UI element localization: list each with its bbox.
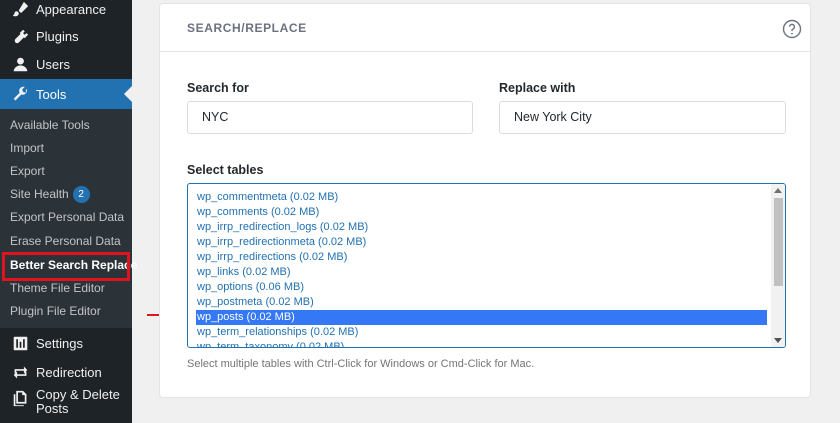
submenu-plugin-file-editor[interactable]: Plugin File Editor: [10, 301, 101, 321]
admin-sidebar: Appearance Plugins Users Tools Available…: [0, 0, 137, 423]
panel-header: SEARCH/REPLACE: [160, 4, 810, 52]
users-icon: [10, 54, 30, 74]
listbox-scrollbar[interactable]: [771, 184, 785, 347]
menu-item-copy-delete-posts[interactable]: Copy & Delete Posts: [0, 388, 132, 423]
menu-item-label: Settings: [36, 335, 83, 351]
search-label: Search for: [187, 81, 249, 95]
submenu-site-health[interactable]: Site Health 2: [10, 184, 90, 204]
menu-item-label: Tools: [36, 86, 67, 102]
menu-item-label: Appearance: [36, 1, 107, 17]
replace-input[interactable]: New York City: [499, 101, 786, 134]
table-option[interactable]: wp_irrp_redirection_logs (0.02 MB): [196, 220, 766, 235]
table-option[interactable]: wp_irrp_redirections (0.02 MB): [196, 250, 766, 265]
replace-label: Replace with: [499, 81, 576, 95]
table-option[interactable]: wp_options (0.06 MB): [196, 280, 766, 295]
table-option[interactable]: wp_postmeta (0.02 MB): [196, 295, 766, 310]
table-option[interactable]: wp_irrp_redirectionmeta (0.02 MB): [196, 235, 766, 250]
submenu-import[interactable]: Import: [10, 138, 44, 158]
wrench-icon: [10, 84, 30, 104]
table-option-selected[interactable]: wp_posts (0.02 MB): [196, 310, 767, 325]
tools-submenu: Available Tools Import Export Site Healt…: [0, 109, 137, 328]
submenu-export[interactable]: Export: [10, 161, 45, 181]
highlight-annotation: [2, 252, 130, 281]
paintbrush-icon: [10, 0, 30, 19]
table-option[interactable]: wp_links (0.02 MB): [196, 265, 766, 280]
submenu-available-tools[interactable]: Available Tools: [10, 115, 90, 135]
table-option[interactable]: wp_commentmeta (0.02 MB): [196, 190, 766, 205]
menu-item-tools[interactable]: Tools: [0, 79, 132, 109]
copy-icon: [10, 388, 30, 408]
scroll-up-icon[interactable]: [774, 188, 782, 193]
redirect-icon: [10, 362, 30, 382]
menu-item-plugins[interactable]: Plugins: [0, 21, 132, 51]
submenu-label: Site Health: [10, 187, 69, 201]
settings-icon: [10, 333, 30, 353]
menu-item-settings[interactable]: Settings: [0, 328, 132, 358]
table-option[interactable]: wp_term_relationships (0.02 MB): [196, 325, 766, 340]
plugin-icon: [10, 26, 30, 46]
menu-item-redirection[interactable]: Redirection: [0, 357, 132, 387]
selection-hint: Select multiple tables with Ctrl-Click f…: [187, 358, 535, 370]
notification-badge: 2: [72, 186, 90, 204]
menu-item-label: Users: [36, 56, 70, 72]
menu-item-label: Plugins: [36, 28, 79, 44]
menu-item-users[interactable]: Users: [0, 49, 132, 79]
active-indicator: [124, 86, 132, 102]
scroll-down-icon[interactable]: [774, 338, 782, 343]
search-replace-panel: SEARCH/REPLACE Search for NYC Replace wi…: [159, 3, 811, 398]
scrollbar-thumb[interactable]: [774, 198, 783, 286]
search-input[interactable]: NYC: [187, 101, 473, 134]
tables-multiselect[interactable]: wp_commentmeta (0.02 MB) wp_comments (0.…: [187, 183, 786, 348]
tables-label: Select tables: [187, 163, 264, 177]
menu-item-label: Copy & Delete Posts: [36, 387, 120, 416]
submenu-export-personal-data[interactable]: Export Personal Data: [10, 207, 124, 227]
submenu-theme-file-editor[interactable]: Theme File Editor: [10, 278, 105, 298]
table-option[interactable]: wp_comments (0.02 MB): [196, 205, 766, 220]
submenu-erase-personal-data[interactable]: Erase Personal Data: [10, 231, 121, 251]
menu-item-label: Redirection: [36, 364, 102, 380]
panel-title: SEARCH/REPLACE: [187, 21, 307, 35]
help-icon[interactable]: [782, 19, 802, 39]
table-option[interactable]: wp_term_taxonomy (0.02 MB): [196, 340, 766, 347]
